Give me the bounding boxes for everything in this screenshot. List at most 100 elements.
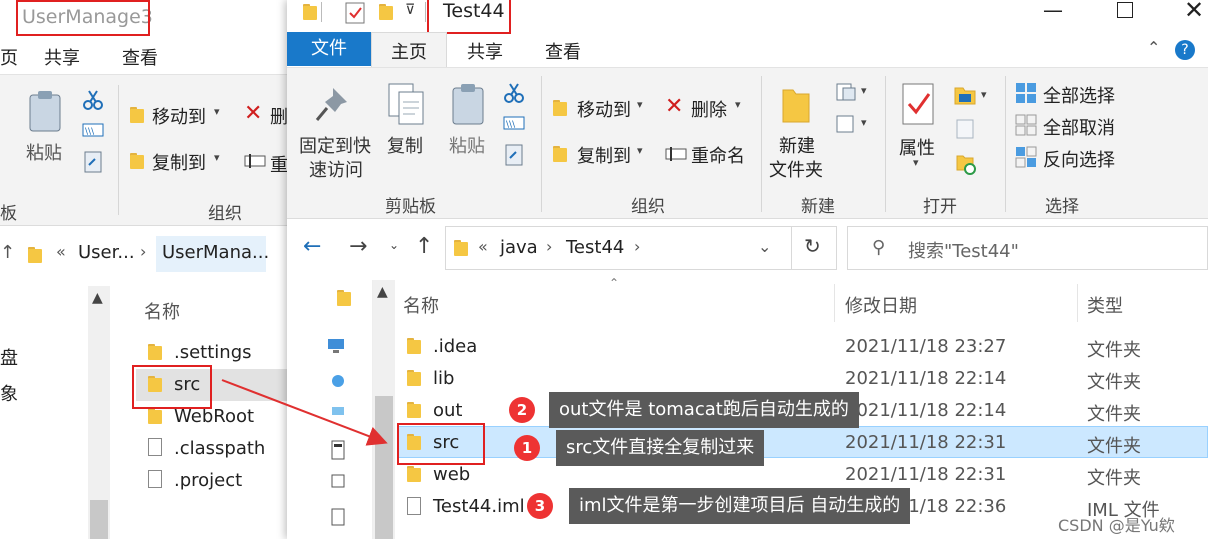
easy-access-icon[interactable] xyxy=(835,112,857,134)
scroll-thumb[interactable] xyxy=(90,500,108,539)
help-icon[interactable]: ? xyxy=(1175,40,1195,60)
back-copy-to[interactable]: 复制到 xyxy=(152,149,206,175)
back-address-bar[interactable]: ↑ « User... › UserMana... xyxy=(0,232,300,278)
scissors-icon[interactable] xyxy=(503,82,525,104)
forward-arrow-icon[interactable]: → xyxy=(349,234,367,259)
nav-item-drive[interactable]: 盘 xyxy=(0,344,18,370)
chevron-down-icon: ▾ xyxy=(861,84,867,97)
paste-label[interactable]: 粘贴 xyxy=(449,132,485,158)
new-item-icon[interactable] xyxy=(835,82,857,102)
breadcrumb-overflow[interactable]: « xyxy=(56,242,66,261)
pin-label-line2[interactable]: 速访问 xyxy=(309,156,363,182)
back-column-name[interactable]: 名称 xyxy=(144,298,180,324)
scissors-icon[interactable] xyxy=(82,89,104,111)
close-icon[interactable]: ✕ xyxy=(1184,0,1204,24)
history-icon[interactable] xyxy=(955,152,977,176)
new-folder-quick-icon[interactable] xyxy=(379,4,393,20)
pictures-icon[interactable] xyxy=(331,474,345,488)
copy-icon[interactable] xyxy=(387,82,425,126)
list-item[interactable]: .project xyxy=(174,470,242,491)
tab-home[interactable]: 主页 xyxy=(391,38,427,64)
move-to-button[interactable]: 移动到 xyxy=(577,96,631,122)
table-row[interactable]: .idea 2021/11/18 23:27 文件夹 xyxy=(397,330,1208,362)
annotation-box-src-back xyxy=(132,365,212,409)
customize-toolbar-icon[interactable]: ⊽ xyxy=(405,2,415,18)
select-all-button[interactable]: 全部选择 xyxy=(1043,82,1115,108)
scroll-up-icon[interactable]: ▲ xyxy=(377,284,388,300)
table-row[interactable]: web 2021/11/18 22:31 文件夹 xyxy=(397,458,1208,490)
desktop-icon[interactable] xyxy=(331,404,345,418)
table-row[interactable]: lib 2021/11/18 22:14 文件夹 xyxy=(397,362,1208,394)
pin-icon[interactable] xyxy=(315,86,349,122)
3d-objects-icon[interactable] xyxy=(331,374,345,388)
edit-icon[interactable] xyxy=(955,118,975,140)
column-name[interactable]: 名称 xyxy=(403,292,439,318)
breadcrumb-current[interactable]: UserMana... xyxy=(162,242,269,263)
list-item[interactable]: WebRoot xyxy=(174,406,254,427)
back-explorer-window: UserManage3 页 共享 查看 粘贴 \\\ 移动到 ▾ ✕ 删 复制到… xyxy=(0,0,300,539)
pin-label-line1[interactable]: 固定到快 xyxy=(299,132,371,158)
back-tab-view[interactable]: 查看 xyxy=(122,44,158,70)
delete-button[interactable]: 删除 xyxy=(691,96,727,122)
videos-icon[interactable] xyxy=(331,508,345,526)
maximize-icon[interactable] xyxy=(1117,2,1133,18)
tab-share[interactable]: 共享 xyxy=(467,38,503,64)
search-box[interactable]: ⚲ 搜索"Test44" xyxy=(847,226,1208,270)
minimize-icon[interactable]: — xyxy=(1043,0,1063,22)
back-tab-share[interactable]: 共享 xyxy=(44,44,80,70)
up-arrow-icon[interactable]: ↑ xyxy=(0,242,15,263)
new-folder-line2[interactable]: 文件夹 xyxy=(769,156,823,182)
rename-icon xyxy=(244,154,266,168)
copy-path-icon[interactable]: \\\ xyxy=(82,123,104,137)
address-bar[interactable]: « java › Test44 › ⌄ xyxy=(445,226,837,270)
properties-icon[interactable] xyxy=(901,82,935,126)
invert-selection-button[interactable]: 反向选择 xyxy=(1043,146,1115,172)
annotation-badge: 2 xyxy=(509,397,535,423)
chevron-up-icon[interactable]: ⌃ xyxy=(1147,38,1160,57)
file-type: 文件夹 xyxy=(1087,468,1141,489)
column-type[interactable]: 类型 xyxy=(1087,292,1123,318)
chevron-down-icon: ▾ xyxy=(214,151,220,164)
breadcrumb-item[interactable]: User... xyxy=(78,242,135,263)
open-icon[interactable] xyxy=(953,84,977,106)
properties-quick-icon[interactable] xyxy=(345,2,365,24)
copy-to-button[interactable]: 复制到 xyxy=(577,142,631,168)
back-tab-file[interactable]: 页 xyxy=(0,44,18,70)
copy-label[interactable]: 复制 xyxy=(387,132,423,158)
breadcrumb-test44[interactable]: Test44 xyxy=(566,237,624,258)
refresh-button[interactable]: ↻ xyxy=(791,226,835,270)
breadcrumb-java[interactable]: java xyxy=(500,237,538,258)
address-dropdown-icon[interactable]: ⌄ xyxy=(758,237,771,256)
new-folder-line1[interactable]: 新建 xyxy=(779,132,815,158)
rename-button[interactable]: 重命名 xyxy=(691,142,745,168)
tab-file[interactable]: 文件 xyxy=(287,32,371,66)
recent-locations-icon[interactable]: ⌄ xyxy=(389,238,399,252)
up-arrow-icon[interactable]: ↑ xyxy=(415,234,433,259)
back-arrow-icon[interactable]: ← xyxy=(303,234,321,259)
select-none-button[interactable]: 全部取消 xyxy=(1043,114,1115,140)
refresh-icon: ↻ xyxy=(804,234,821,258)
back-move-to[interactable]: 移动到 xyxy=(152,103,206,129)
folder-icon[interactable] xyxy=(337,290,351,306)
delete-x-icon: ✕ xyxy=(665,94,684,119)
nav-item-object[interactable]: 象 xyxy=(0,380,18,406)
tab-view[interactable]: 查看 xyxy=(545,38,581,64)
back-rename[interactable]: 重 xyxy=(270,151,288,177)
new-folder-icon[interactable] xyxy=(781,84,811,124)
list-item[interactable]: .classpath xyxy=(174,438,265,459)
clipboard-icon[interactable] xyxy=(28,89,62,133)
copy-path-icon[interactable]: \\\ xyxy=(503,116,525,130)
list-item[interactable]: .settings xyxy=(174,342,252,363)
documents-icon[interactable] xyxy=(331,440,345,460)
scroll-up-icon[interactable]: ▲ xyxy=(92,290,103,306)
back-delete[interactable]: 删 xyxy=(270,103,288,129)
paste-shortcut-icon[interactable] xyxy=(84,151,102,173)
column-date[interactable]: 修改日期 xyxy=(845,292,917,318)
scroll-thumb[interactable] xyxy=(375,396,393,539)
search-input[interactable]: 搜索"Test44" xyxy=(908,237,1019,263)
clipboard-icon[interactable] xyxy=(451,82,485,126)
ribbon-separator xyxy=(1005,76,1006,212)
paste-shortcut-icon[interactable] xyxy=(505,144,523,166)
computer-icon[interactable] xyxy=(327,338,345,354)
breadcrumb-overflow[interactable]: « xyxy=(478,237,488,256)
